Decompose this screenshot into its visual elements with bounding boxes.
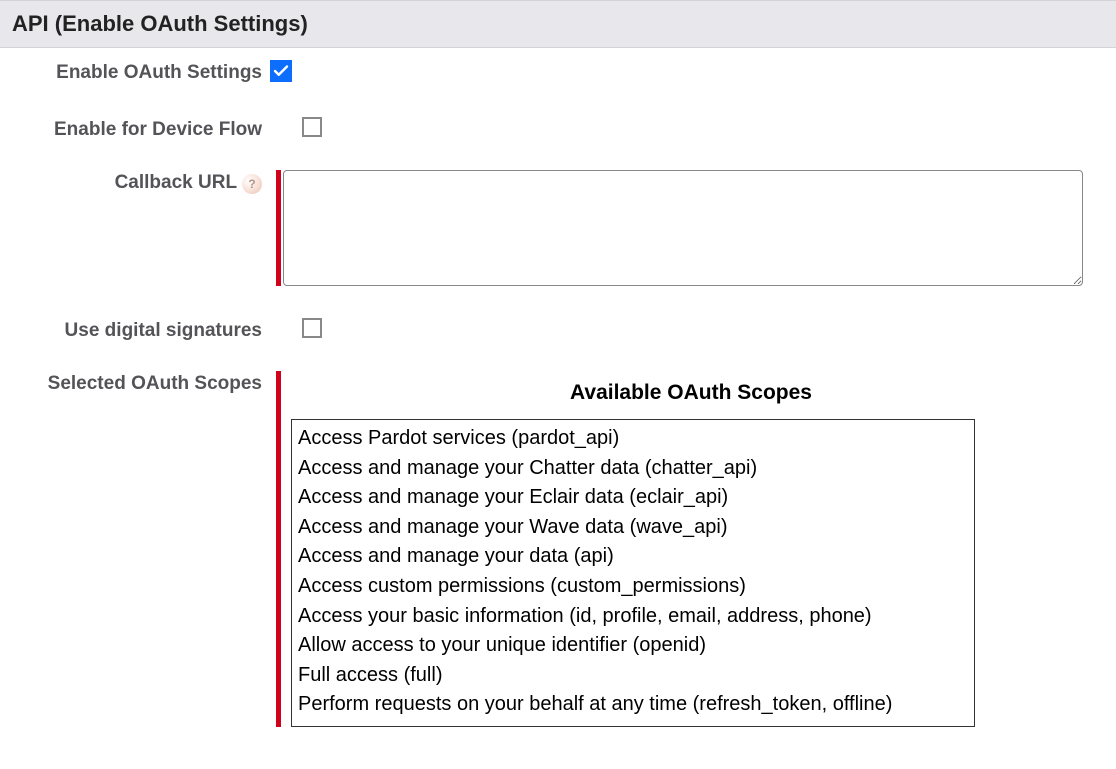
check-icon <box>272 62 290 80</box>
available-scopes-title: Available OAuth Scopes <box>291 371 1091 419</box>
device-flow-label: Enable for Device Flow <box>0 113 270 141</box>
digital-signatures-label: Use digital signatures <box>0 314 270 342</box>
list-item[interactable]: Access and manage your Eclair data (ecla… <box>298 483 968 513</box>
available-scopes-panel: Available OAuth Scopes Access Pardot ser… <box>291 371 1091 727</box>
list-item[interactable]: Access and manage your Wave data (wave_a… <box>298 513 968 543</box>
list-item[interactable]: Allow access to your unique identifier (… <box>298 631 968 661</box>
list-item[interactable]: Access and manage your data (api) <box>298 542 968 572</box>
row-selected-scopes: Selected OAuth Scopes Available OAuth Sc… <box>0 371 1116 727</box>
help-icon[interactable]: ? <box>242 174 262 194</box>
callback-url-label: Callback URL <box>115 172 237 193</box>
row-digital-signatures: Use digital signatures <box>0 314 1116 343</box>
list-item[interactable]: Full access (full) <box>298 661 968 691</box>
row-device-flow: Enable for Device Flow <box>0 113 1116 142</box>
list-item[interactable]: Access your basic information (id, profi… <box>298 602 968 632</box>
list-item[interactable]: Access and manage your Chatter data (cha… <box>298 454 968 484</box>
device-flow-checkbox[interactable] <box>302 117 322 137</box>
section-title: API (Enable OAuth Settings) <box>0 0 1116 48</box>
row-callback-url: Callback URL ? <box>0 170 1116 286</box>
digital-signatures-checkbox[interactable] <box>302 318 322 338</box>
enable-oauth-label: Enable OAuth Settings <box>0 56 270 84</box>
list-item[interactable]: Access Pardot services (pardot_api) <box>298 424 968 454</box>
available-scopes-list[interactable]: Access Pardot services (pardot_api) Acce… <box>291 419 975 727</box>
callback-url-input[interactable] <box>283 170 1083 286</box>
row-enable-oauth: Enable OAuth Settings <box>0 56 1116 85</box>
form-area: Enable OAuth Settings Enable for Device … <box>0 48 1116 751</box>
list-item[interactable]: Perform requests on your behalf at any t… <box>298 690 968 720</box>
selected-scopes-label: Selected OAuth Scopes <box>0 371 270 395</box>
list-item[interactable]: Access custom permissions (custom_permis… <box>298 572 968 602</box>
enable-oauth-checkbox[interactable] <box>270 60 292 82</box>
required-indicator <box>276 371 281 727</box>
required-indicator <box>276 170 281 286</box>
